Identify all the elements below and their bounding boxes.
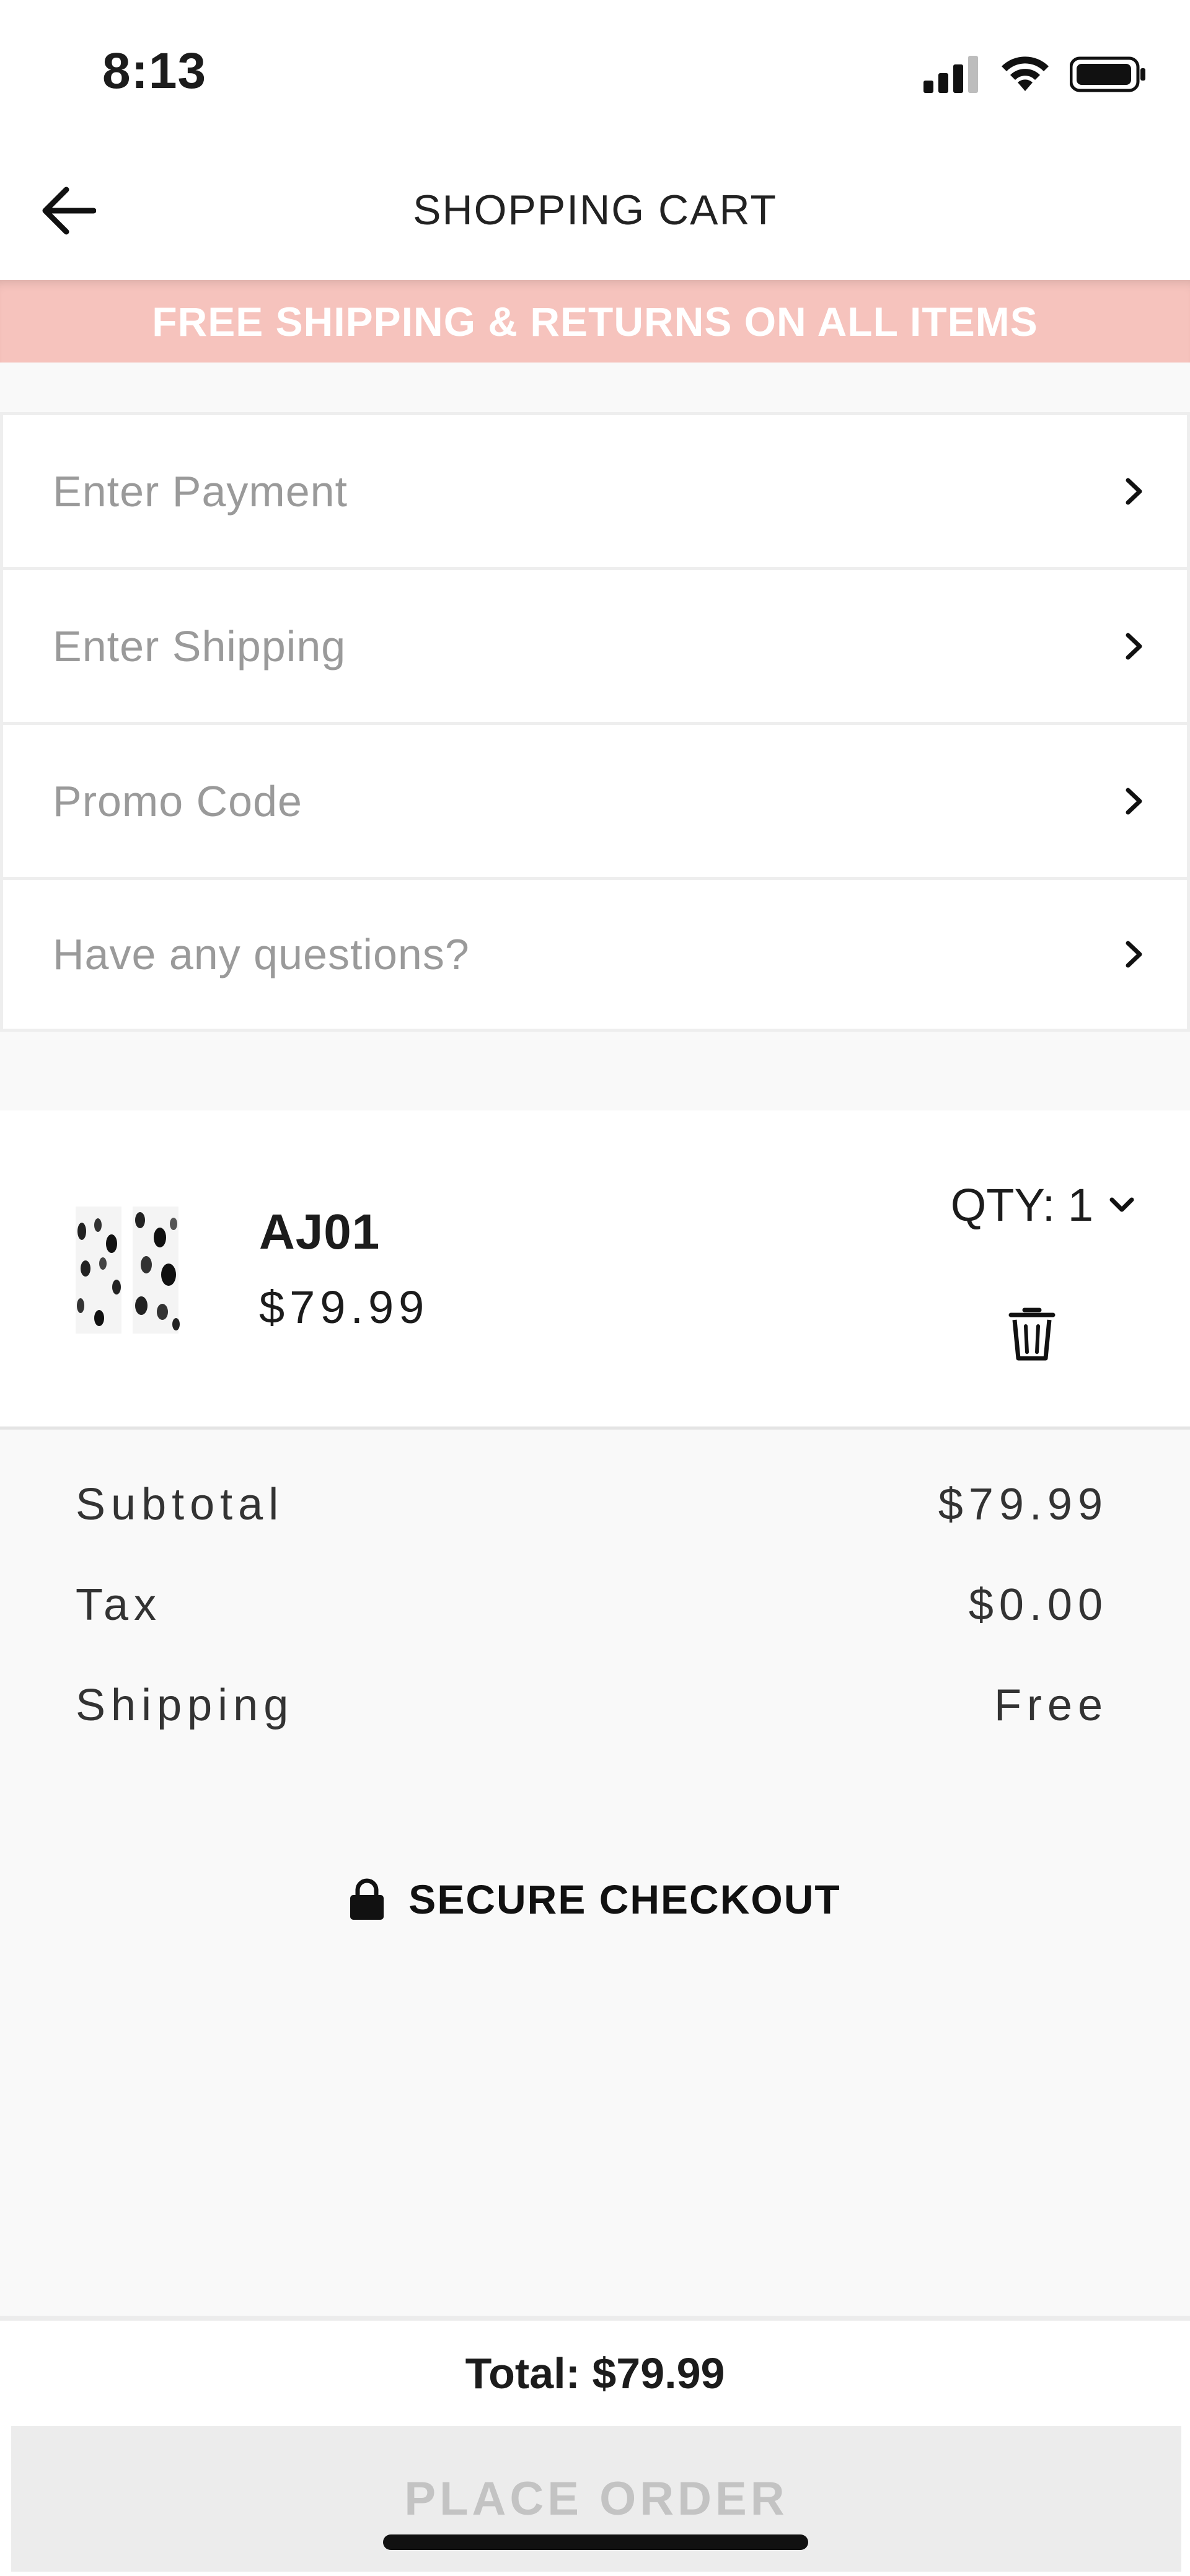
product-thumbnail[interactable]: [67, 1207, 187, 1334]
chevron-right-icon: [1126, 941, 1142, 968]
checkout-options: Enter Payment Enter Shipping Promo Code …: [0, 412, 1190, 1032]
status-icons: [923, 53, 1147, 96]
subtotal-row: Subtotal $79.99: [76, 1479, 1108, 1530]
shipping-value: Free: [994, 1681, 1108, 1730]
shipping-label: Shipping: [76, 1681, 294, 1730]
banner-text: FREE SHIPPING & RETURNS ON ALL ITEMS: [152, 298, 1038, 345]
header: SHOPPING CART: [0, 143, 1190, 280]
promo-code-row[interactable]: Promo Code: [0, 722, 1190, 877]
delete-item-button[interactable]: [1001, 1299, 1063, 1368]
chevron-right-icon: [1126, 788, 1142, 814]
cart-item: AJ01 $79.99 QTY: 1: [0, 1110, 1190, 1430]
quantity-label: QTY: 1: [950, 1179, 1093, 1231]
option-label: Have any questions?: [53, 930, 470, 978]
chevron-right-icon: [1126, 478, 1142, 504]
enter-payment-row[interactable]: Enter Payment: [0, 412, 1190, 567]
enter-shipping-row[interactable]: Enter Shipping: [0, 567, 1190, 722]
secure-checkout: SECURE CHECKOUT: [0, 1876, 1190, 1923]
chevron-right-icon: [1126, 633, 1142, 659]
wifi-icon: [1002, 56, 1049, 91]
quantity-selector[interactable]: QTY: 1: [951, 1179, 1134, 1231]
signal-icon: [923, 56, 978, 93]
questions-row[interactable]: Have any questions?: [0, 877, 1190, 1032]
status-bar: 8:13: [0, 0, 1190, 143]
option-label: Enter Payment: [53, 467, 348, 516]
secure-checkout-label: SECURE CHECKOUT: [408, 1876, 841, 1922]
option-label: Promo Code: [53, 776, 302, 825]
free-shipping-banner: FREE SHIPPING & RETURNS ON ALL ITEMS: [0, 280, 1190, 363]
tax-value: $0.00: [968, 1580, 1108, 1630]
subtotal-value: $79.99: [938, 1480, 1108, 1529]
chevron-down-icon: [1109, 1197, 1134, 1211]
page-title: SHOPPING CART: [413, 187, 777, 234]
lock-icon: [350, 1878, 384, 1920]
product-image: [67, 1207, 187, 1334]
order-summary: Subtotal $79.99 Tax $0.00 Shipping Free …: [0, 1430, 1190, 2316]
tax-row: Tax $0.00: [76, 1580, 1108, 1630]
tax-label: Tax: [76, 1580, 162, 1630]
shipping-row: Shipping Free: [76, 1680, 1108, 1731]
subtotal-label: Subtotal: [76, 1480, 284, 1529]
battery-icon: [1070, 56, 1145, 92]
option-label: Enter Shipping: [53, 622, 346, 670]
order-total: Total: $79.99: [465, 2349, 725, 2398]
item-name: AJ01: [259, 1204, 381, 1259]
trash-icon: [1008, 1308, 1056, 1361]
item-price: $79.99: [259, 1281, 430, 1333]
status-time: 8:13: [102, 43, 207, 99]
home-indicator: [383, 2534, 808, 2550]
